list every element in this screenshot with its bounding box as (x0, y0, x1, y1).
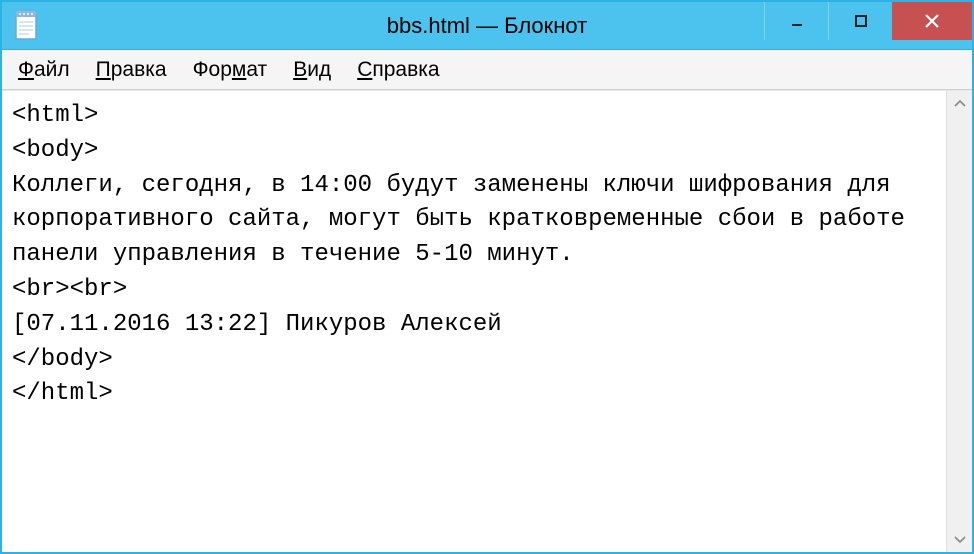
menu-edit[interactable]: Правка (86, 54, 177, 86)
scroll-up-icon[interactable] (947, 91, 972, 115)
minimize-button[interactable] (764, 2, 828, 40)
vertical-scrollbar[interactable] (946, 91, 972, 552)
menu-view[interactable]: Вид (283, 54, 341, 86)
menu-format[interactable]: Формат (183, 54, 278, 86)
content-area: <html> <body> Коллеги, сегодня, в 14:00 … (2, 90, 972, 552)
maximize-button[interactable] (828, 2, 892, 40)
titlebar[interactable]: bbs.html — Блокнот (2, 2, 972, 50)
scroll-down-icon[interactable] (947, 528, 972, 552)
window-title: bbs.html — Блокнот (387, 13, 587, 39)
window-controls (764, 2, 972, 40)
notepad-icon (12, 10, 40, 42)
text-editor[interactable]: <html> <body> Коллеги, сегодня, в 14:00 … (2, 91, 946, 552)
close-button[interactable] (892, 2, 972, 40)
menu-file[interactable]: Файл (8, 54, 80, 86)
menubar: Файл Правка Формат Вид Справка (2, 50, 972, 90)
menu-help[interactable]: Справка (347, 54, 449, 86)
app-window: bbs.html — Блокнот Файл Правка Формат Ви… (0, 0, 974, 554)
